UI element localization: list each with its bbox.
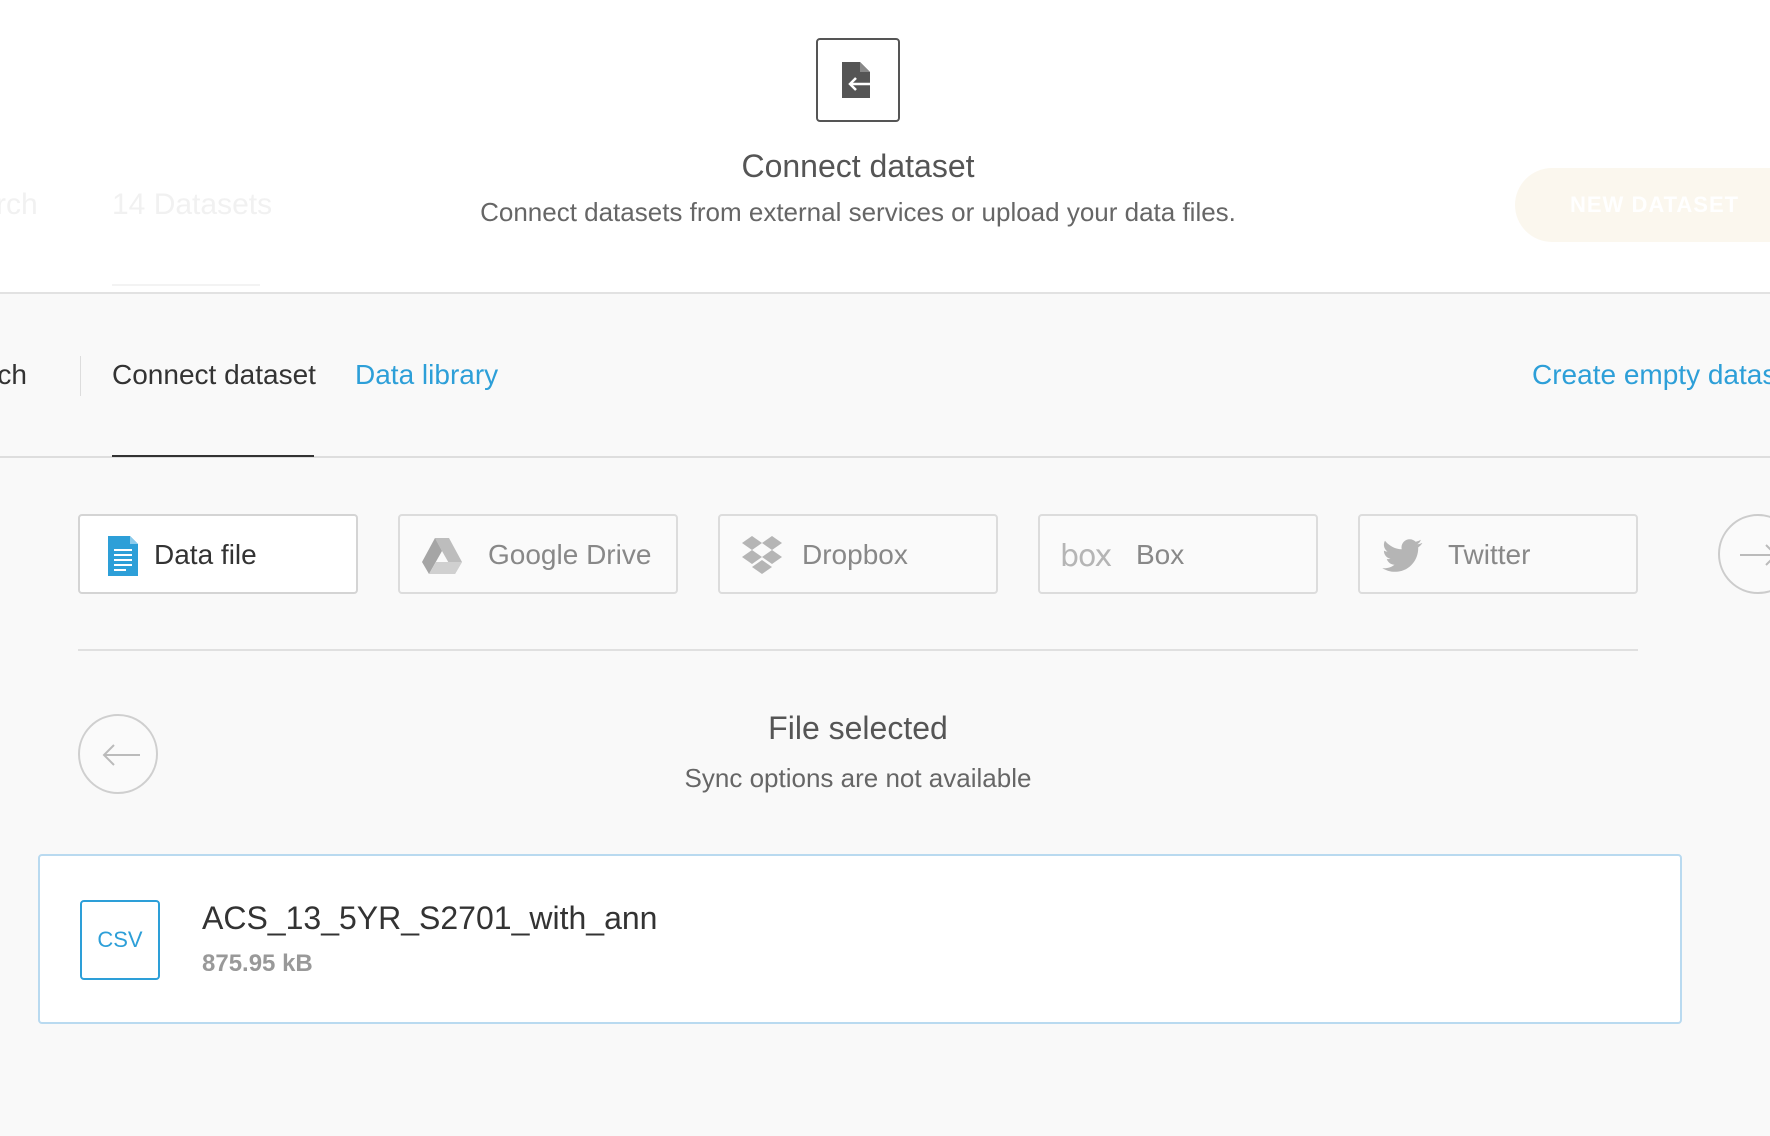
svg-text:box: box bbox=[1060, 539, 1111, 574]
section-divider bbox=[78, 649, 1638, 651]
google-drive-icon bbox=[420, 534, 464, 578]
tab-bar: rch Connect dataset Data library Create … bbox=[0, 294, 1770, 458]
box-logo: box bbox=[1060, 534, 1120, 578]
file-selected-title: File selected bbox=[768, 710, 948, 746]
dropbox-icon bbox=[740, 534, 784, 578]
document-icon bbox=[100, 534, 144, 578]
tab-search[interactable]: rch bbox=[0, 359, 27, 391]
import-icon bbox=[816, 38, 900, 122]
source-google-drive-button[interactable]: Google Drive bbox=[398, 514, 678, 594]
background-tab-underline bbox=[112, 284, 260, 286]
source-label: Google Drive bbox=[488, 539, 652, 570]
tab-data-library[interactable]: Data library bbox=[355, 359, 498, 391]
active-tab-underline bbox=[112, 455, 314, 457]
source-label: Data file bbox=[154, 539, 257, 570]
csv-file-icon: CSV bbox=[80, 900, 160, 980]
source-label: Dropbox bbox=[802, 539, 908, 570]
selected-file-card: CSV ACS_13_5YR_S2701_with_ann 875.95 kB bbox=[38, 854, 1682, 1024]
sync-options-message: Sync options are not available bbox=[684, 763, 1032, 793]
modal-title: Connect dataset bbox=[741, 148, 975, 184]
file-name: ACS_13_5YR_S2701_with_ann bbox=[202, 900, 658, 936]
modal-header: rch 14 Datasets NEW DATASET Connect data… bbox=[0, 0, 1770, 294]
tab-connect-dataset[interactable]: Connect dataset bbox=[112, 359, 316, 391]
source-box-button[interactable]: box Box bbox=[1038, 514, 1318, 594]
create-empty-dataset-link[interactable]: Create empty datas bbox=[1532, 359, 1770, 391]
twitter-icon bbox=[1380, 534, 1424, 578]
next-sources-button[interactable] bbox=[1718, 514, 1770, 594]
source-data-file-button[interactable]: Data file bbox=[78, 514, 358, 594]
modal-subtitle: Connect datasets from external services … bbox=[480, 197, 1236, 227]
source-label: Box bbox=[1136, 539, 1185, 570]
source-label: Twitter bbox=[1448, 539, 1531, 570]
tab-divider bbox=[80, 356, 81, 396]
source-twitter-button[interactable]: Twitter bbox=[1358, 514, 1638, 594]
source-dropbox-button[interactable]: Dropbox bbox=[718, 514, 998, 594]
file-size: 875.95 kB bbox=[202, 950, 313, 977]
